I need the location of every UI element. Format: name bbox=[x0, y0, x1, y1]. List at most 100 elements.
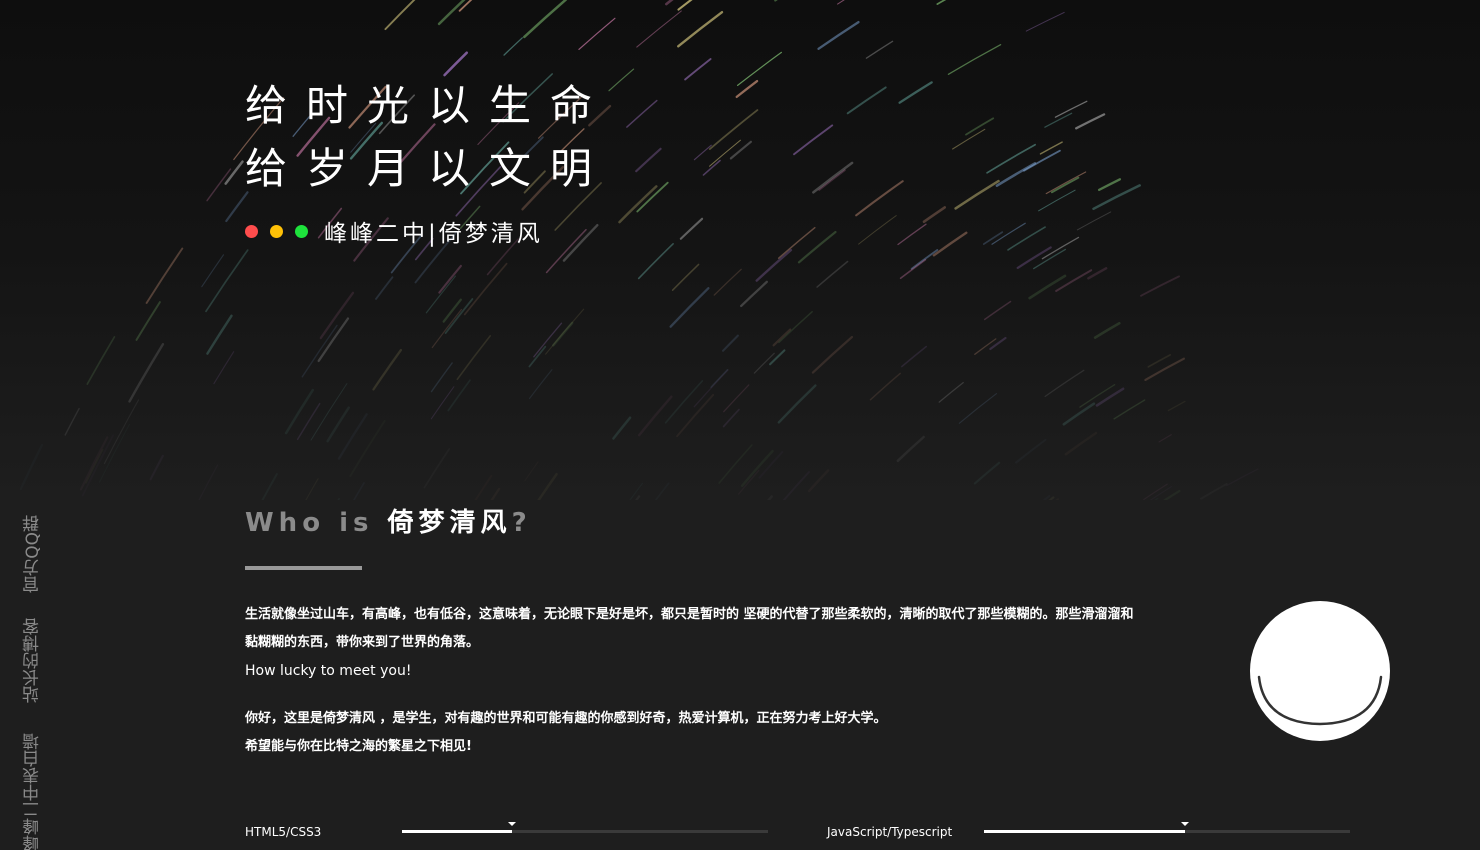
star-trail bbox=[982, 231, 1004, 245]
star-trail bbox=[503, 37, 523, 56]
skill-bar-fill bbox=[984, 830, 1186, 833]
star-trail bbox=[431, 308, 462, 349]
star-trail bbox=[947, 44, 1002, 75]
star-trail bbox=[372, 348, 403, 391]
star-trail bbox=[684, 58, 712, 81]
about-paragraph-1-line1: 生活就像坐过山车，有高峰，也有低谷，这意味着，无论眼下是好是坏，都只是暂时的 坚… bbox=[245, 607, 1134, 622]
star-trail bbox=[973, 461, 1001, 485]
star-trail bbox=[608, 68, 635, 92]
skill-bar-html-css bbox=[402, 822, 768, 833]
star-trail bbox=[778, 311, 813, 344]
star-trail bbox=[284, 388, 315, 435]
star-trail bbox=[1226, 468, 1259, 487]
star-trail bbox=[528, 369, 553, 400]
star-trail bbox=[938, 381, 964, 403]
sidebar-link-confession-wall[interactable]: 峰峰二中表白墙 bbox=[20, 733, 45, 850]
star-trail bbox=[899, 258, 927, 280]
green-dot-icon bbox=[295, 224, 308, 238]
star-trail bbox=[430, 362, 453, 393]
star-trail bbox=[846, 86, 887, 115]
star-trail bbox=[722, 408, 740, 428]
star-trail bbox=[337, 413, 368, 460]
star-trail bbox=[463, 262, 508, 316]
star-trail bbox=[693, 144, 712, 161]
star-trail bbox=[723, 384, 750, 413]
star-trail bbox=[777, 384, 817, 424]
star-trail bbox=[545, 228, 587, 274]
star-trail bbox=[523, 0, 568, 39]
skill-label-html-css: HTML5/CSS3 bbox=[245, 825, 322, 839]
about-lucky-line: How lucky to meet you! bbox=[245, 663, 412, 679]
about-paragraph-2-line1: 你好，这里是倚梦清风 ，是学生，对有趣的世界和可能有趣的你感到好奇，热爱计算机，… bbox=[245, 711, 887, 726]
star-trail bbox=[679, 217, 704, 240]
star-trail bbox=[430, 386, 455, 420]
star-trail bbox=[812, 161, 854, 194]
star-trail bbox=[201, 254, 225, 288]
star-trail bbox=[1076, 211, 1112, 231]
star-trail bbox=[1158, 434, 1172, 443]
star-trail bbox=[729, 140, 752, 160]
sidebar-link-qq-group[interactable]: 官方QQ群 bbox=[20, 515, 45, 593]
star-trail bbox=[424, 449, 449, 488]
star-trail bbox=[205, 249, 249, 313]
star-trail bbox=[326, 406, 350, 443]
star-trail bbox=[213, 351, 235, 385]
star-trail bbox=[740, 280, 768, 308]
star-trail bbox=[1028, 274, 1067, 300]
star-trail bbox=[447, 379, 471, 412]
about-heading-prefix: Who is bbox=[245, 508, 388, 538]
star-trail bbox=[693, 369, 729, 408]
star-trail bbox=[319, 291, 355, 340]
star-trail bbox=[128, 343, 165, 403]
star-trail bbox=[1113, 399, 1146, 420]
star-trail bbox=[816, 260, 849, 288]
star-trail bbox=[1015, 438, 1047, 464]
star-trail bbox=[636, 181, 669, 213]
star-trail bbox=[458, 0, 473, 12]
star-trail bbox=[1097, 178, 1122, 192]
star-trail bbox=[1033, 248, 1067, 270]
star-trail bbox=[86, 336, 116, 385]
skill-label-javascript-typescript: JavaScript/Typescript bbox=[827, 825, 953, 839]
sidebar-link-blog[interactable]: 站长的博客 bbox=[20, 618, 45, 703]
hero-subtitle-row: 峰峰二中|倚梦清风 bbox=[245, 214, 543, 248]
star-trail bbox=[528, 345, 547, 368]
star-trail bbox=[537, 472, 558, 500]
star-trail bbox=[64, 407, 80, 436]
star-trail bbox=[349, 419, 386, 477]
star-trail bbox=[983, 300, 1012, 321]
star-trail bbox=[807, 469, 830, 493]
star-trail bbox=[896, 435, 925, 463]
star-trail bbox=[612, 416, 632, 440]
star-trail bbox=[664, 380, 704, 424]
star-trail bbox=[772, 328, 792, 347]
about-heading: Who is 倚梦清风? bbox=[245, 502, 532, 539]
star-trail bbox=[149, 454, 164, 481]
star-trail bbox=[636, 10, 682, 48]
star-trail bbox=[490, 487, 501, 500]
star-trail bbox=[79, 436, 109, 491]
yellow-dot-icon bbox=[270, 224, 283, 238]
star-trail bbox=[635, 495, 641, 500]
star-trail bbox=[782, 471, 810, 500]
star-trails-background bbox=[64, 0, 1259, 500]
star-trail bbox=[774, 0, 778, 2]
star-trail bbox=[1064, 431, 1098, 456]
star-trail bbox=[135, 301, 161, 341]
star-trail bbox=[721, 334, 739, 352]
star-trail bbox=[858, 215, 897, 245]
star-trail bbox=[865, 40, 894, 59]
star-trail bbox=[562, 224, 599, 262]
skill-bar-fill bbox=[402, 830, 512, 833]
star-trail bbox=[817, 20, 860, 50]
star-trail bbox=[677, 11, 724, 48]
star-trail bbox=[443, 51, 469, 77]
star-trail bbox=[1038, 189, 1076, 212]
star-trail bbox=[958, 393, 998, 424]
star-trail bbox=[1016, 246, 1052, 269]
star-trail bbox=[525, 462, 538, 481]
star-trail bbox=[456, 335, 491, 381]
star-trail bbox=[637, 243, 674, 280]
star-trail bbox=[1062, 402, 1096, 426]
about-heading-suffix: ? bbox=[511, 508, 532, 538]
